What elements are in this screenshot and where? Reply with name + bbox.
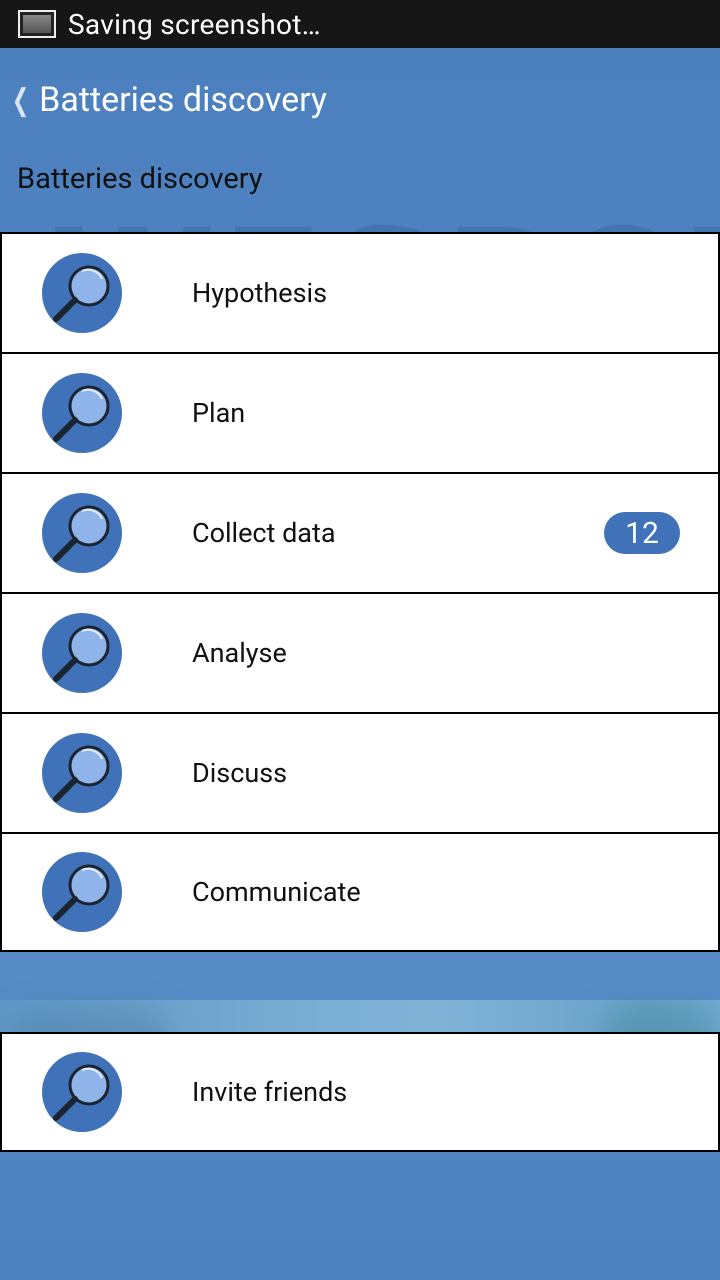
menu-list: Hypothesis Plan Collect data 12 Analyse Discu… xyxy=(0,232,720,952)
list-item[interactable]: Plan xyxy=(0,352,720,472)
back-chevron-icon[interactable]: ❮ xyxy=(12,83,30,118)
screenshot-icon xyxy=(18,10,56,38)
magnifier-icon xyxy=(42,1052,122,1132)
extra-list: Invite friends xyxy=(0,1032,720,1152)
list-item[interactable]: Invite friends xyxy=(0,1032,720,1152)
list-item[interactable]: Analyse xyxy=(0,592,720,712)
status-text: Saving screenshot… xyxy=(68,7,321,41)
list-item-label: Collect data xyxy=(192,517,336,549)
list-item[interactable]: Collect data 12 xyxy=(0,472,720,592)
count-badge: 12 xyxy=(604,512,680,554)
list-item-label: Plan xyxy=(192,397,246,429)
list-item[interactable]: Discuss xyxy=(0,712,720,832)
magnifier-icon xyxy=(42,253,122,333)
list-item-label: Hypothesis xyxy=(192,277,328,309)
action-bar-title[interactable]: Batteries discovery xyxy=(39,80,327,120)
magnifier-icon xyxy=(42,373,122,453)
list-item-label: Discuss xyxy=(192,757,288,789)
section-title: Batteries discovery xyxy=(17,162,263,196)
list-item[interactable]: Communicate xyxy=(0,832,720,952)
status-bar: Saving screenshot… xyxy=(0,0,720,48)
magnifier-icon xyxy=(42,733,122,813)
magnifier-icon xyxy=(42,613,122,693)
magnifier-icon xyxy=(42,852,122,932)
list-item[interactable]: Hypothesis xyxy=(0,232,720,352)
action-bar[interactable]: ❮ Batteries discovery xyxy=(0,48,720,152)
list-item-label: Communicate xyxy=(192,876,361,908)
list-item-label: Invite friends xyxy=(192,1076,348,1108)
magnifier-icon xyxy=(42,493,122,573)
list-item-label: Analyse xyxy=(192,637,287,669)
